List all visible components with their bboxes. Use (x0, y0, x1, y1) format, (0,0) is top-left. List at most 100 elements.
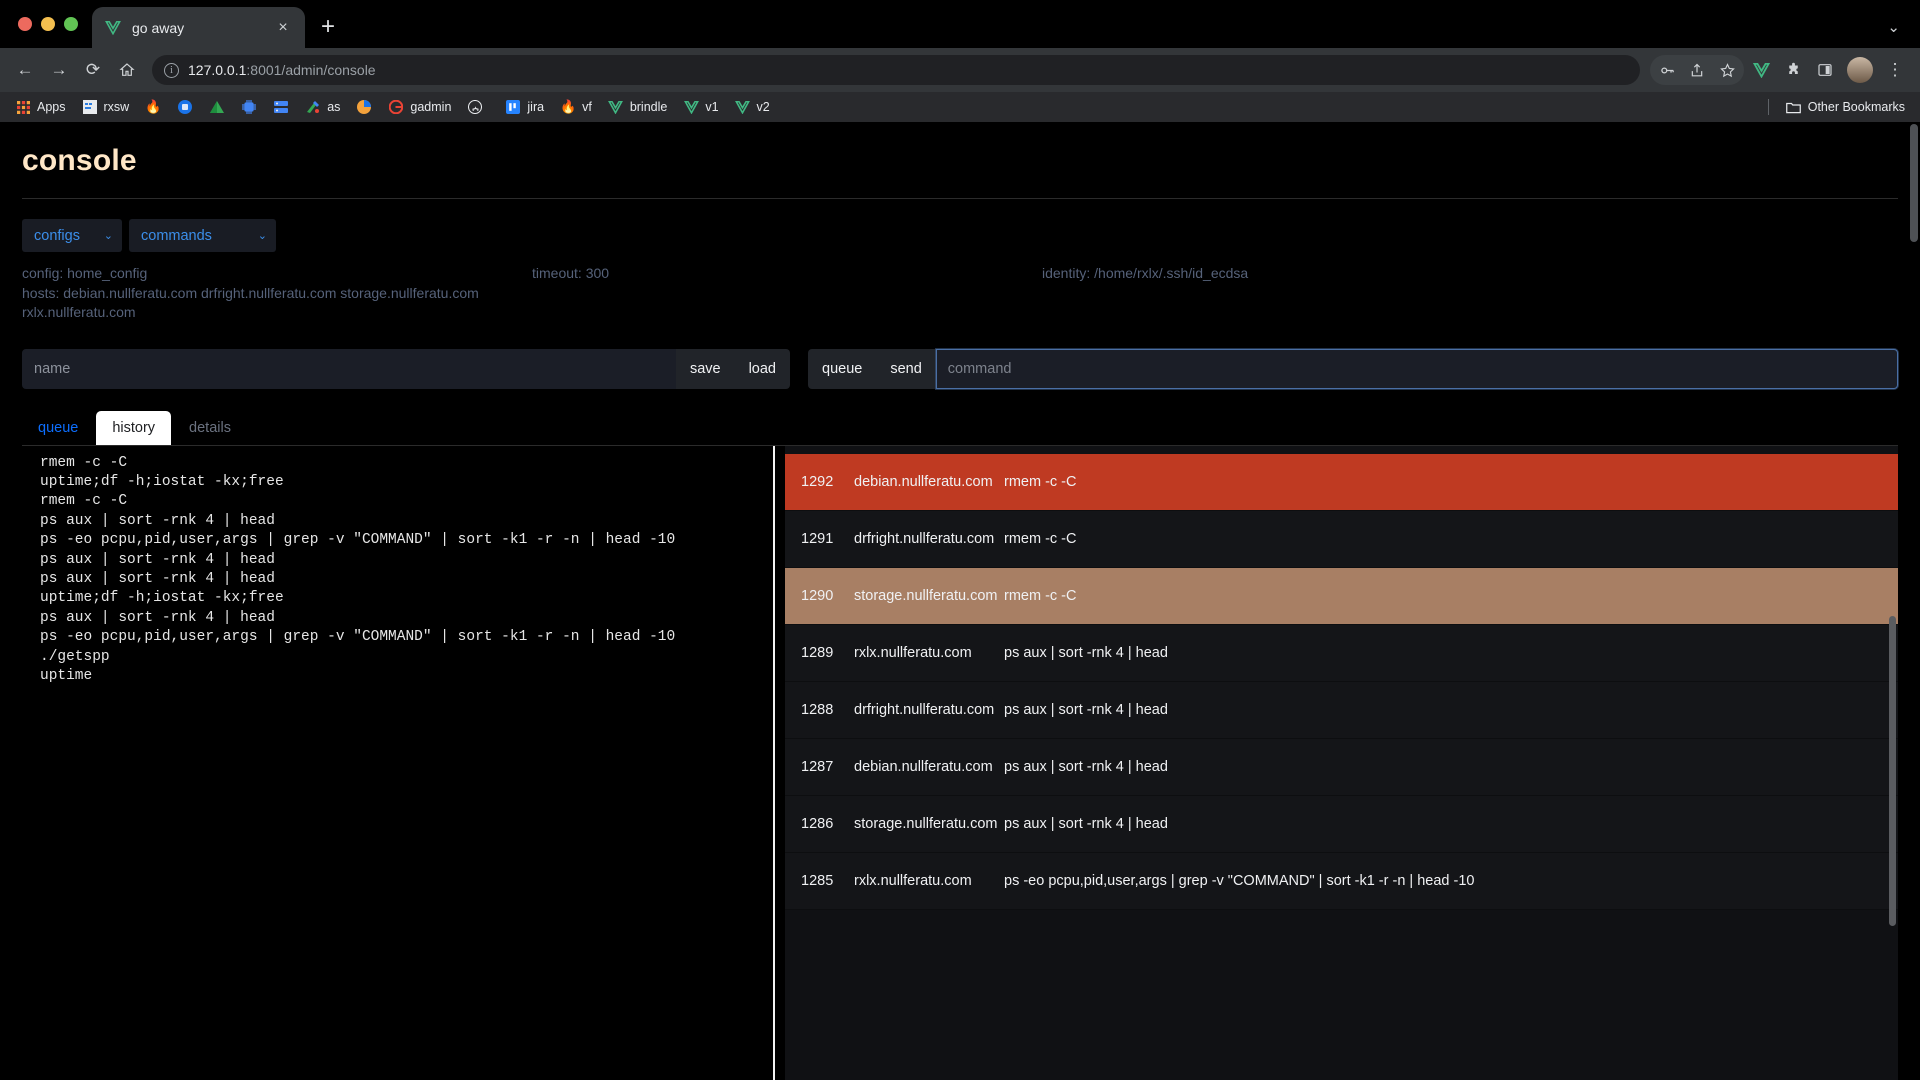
terminal-line: uptime;df -h;iostat -kx;free (40, 590, 284, 607)
close-window-button[interactable] (18, 17, 32, 31)
bookmark-rxsw[interactable]: rxsw (75, 96, 137, 118)
chevron-down-icon[interactable]: ⌄ (1887, 18, 1900, 36)
bookmark-brindle[interactable]: brindle (601, 96, 675, 118)
maximize-window-button[interactable] (64, 17, 78, 31)
history-row-host: rxlx.nullferatu.com (854, 872, 972, 889)
colorful-icon (305, 99, 321, 115)
google-icon (388, 99, 404, 115)
key-icon[interactable] (1652, 55, 1682, 85)
back-icon[interactable]: ← (10, 55, 40, 85)
name-input[interactable] (22, 348, 676, 389)
tab-queue[interactable]: queue (22, 411, 94, 445)
minimize-window-button[interactable] (41, 17, 55, 31)
history-row-command: ps aux | sort -rnk 4 | head (1004, 644, 1168, 661)
vue-icon (608, 99, 624, 115)
configs-select[interactable]: configs ⌄ (22, 219, 122, 252)
queue-button[interactable]: queue (808, 348, 877, 389)
history-row-host: storage.nullferatu.com (854, 815, 998, 832)
history-row-command: rmem -c -C (1004, 587, 1077, 604)
bookmark-fire[interactable]: 🔥 (138, 96, 168, 118)
bookmark-v1[interactable]: v1 (676, 96, 725, 118)
bookmark-gadmin[interactable]: gadmin (381, 96, 458, 118)
fire-icon: 🔥 (145, 99, 162, 114)
vue-icon (683, 99, 699, 115)
identity-value: identity: /home/rxlx/.ssh/id_ecdsa (1042, 265, 1249, 281)
sidepanel-icon[interactable] (1810, 55, 1840, 85)
tab-strip: go away × + ⌄ (0, 0, 1920, 48)
vue-extension-icon[interactable] (1746, 55, 1776, 85)
tab-details[interactable]: details (173, 411, 247, 445)
toolbar-right-actions: ⋮ (1650, 55, 1910, 85)
history-scrollbar[interactable] (1889, 615, 1896, 926)
bookmark-as[interactable]: as (298, 96, 347, 118)
history-panel[interactable]: 1292 debian.nullferatu.com rmem -c -C 1291 d… (785, 445, 1898, 1080)
bookmark-vf[interactable]: 🔥 vf (553, 96, 599, 118)
config-meta: config: home_config hosts: debian.nullfe… (22, 264, 1898, 323)
bookmark-label: brindle (629, 100, 668, 114)
chevron-down-icon: ⌄ (103, 230, 113, 242)
history-row-host: debian.nullferatu.com (854, 473, 993, 490)
history-row[interactable]: 1289 rxlx.nullferatu.com ps aux | sort -rn… (785, 624, 1898, 682)
command-input-wrap (935, 348, 1898, 389)
commands-select[interactable]: commands ⌄ (129, 219, 276, 252)
history-row[interactable]: 1285 rxlx.nullferatu.com ps -eo pcpu,pid,u… (785, 852, 1898, 910)
bookmark-github[interactable] (460, 96, 496, 118)
history-row-command: ps aux | sort -rnk 4 | head (1004, 815, 1168, 832)
new-tab-button[interactable]: + (321, 15, 335, 39)
window-controls (14, 0, 92, 48)
browser-tab[interactable]: go away × (92, 7, 305, 48)
history-row[interactable]: 1290 storage.nullferatu.com rmem -c -C (785, 567, 1898, 625)
avatar[interactable] (1847, 57, 1873, 83)
jira-icon (505, 99, 521, 115)
bookmark-blue-shield[interactable] (170, 96, 200, 118)
history-row-id: 1292 (801, 473, 834, 490)
history-row-host: debian.nullferatu.com (854, 758, 993, 775)
history-row[interactable]: 1288 drfright.nullferatu.com ps aux | sort… (785, 681, 1898, 739)
forward-icon[interactable]: → (44, 55, 74, 85)
history-row[interactable]: 1291 drfright.nullferatu.com rmem -c -C (785, 510, 1898, 568)
reload-icon[interactable]: ⟳ (78, 55, 108, 85)
history-row-id: 1285 (801, 872, 834, 889)
history-row-command: ps -eo pcpu,pid,user,args | grep -v "COM… (1004, 872, 1475, 889)
terminal-line: ps aux | sort -rnk 4 | head (40, 551, 275, 568)
share-icon[interactable] (1682, 55, 1712, 85)
bookmark-jira[interactable]: jira (498, 96, 551, 118)
bookmark-apps[interactable]: Apps (8, 96, 73, 118)
history-row[interactable]: 1286 storage.nullferatu.com ps aux | sort … (785, 795, 1898, 853)
history-row-id: 1288 (801, 701, 834, 718)
history-row-id: 1287 (801, 758, 834, 775)
bookmark-server[interactable] (266, 96, 296, 118)
star-icon[interactable] (1712, 55, 1742, 85)
command-input[interactable] (935, 348, 1898, 389)
bookmark-orange-circle[interactable] (349, 96, 379, 118)
bookmark-v2[interactable]: v2 (728, 96, 777, 118)
address-bar[interactable]: i 127.0.0.1:8001/admin/console (152, 55, 1640, 85)
apps-grid-icon (15, 99, 31, 115)
terminal-line: ps -eo pcpu,pid,user,args | grep -v "COM… (40, 532, 676, 549)
save-load-group: save load (22, 348, 790, 389)
history-list: 1292 debian.nullferatu.com rmem -c -C 1291 d… (785, 446, 1898, 910)
send-button[interactable]: send (876, 348, 936, 389)
history-row-command: rmem -c -C (1004, 473, 1077, 490)
tab-history[interactable]: history (96, 410, 172, 445)
history-row[interactable]: 1287 debian.nullferatu.com ps aux | sort -… (785, 738, 1898, 796)
menu-icon[interactable]: ⋮ (1880, 55, 1910, 85)
page-scrollbar[interactable] (1910, 124, 1918, 242)
history-row[interactable]: 1292 debian.nullferatu.com rmem -c -C (785, 453, 1898, 511)
other-bookmarks-button[interactable]: Other Bookmarks (1779, 96, 1912, 118)
terminal-line: ps aux | sort -rnk 4 | head (40, 512, 275, 529)
save-button[interactable]: save (675, 348, 735, 389)
puzzle-extension-icon[interactable] (1778, 55, 1808, 85)
page-info-icon[interactable]: i (164, 62, 179, 78)
load-button[interactable]: load (734, 348, 790, 389)
history-row-host: drfright.nullferatu.com (854, 530, 995, 547)
url-path: :8001/admin/console (246, 62, 376, 78)
selectors-row: configs ⌄ commands ⌄ (22, 219, 1898, 252)
panel-tabs: queue history details (22, 410, 1898, 445)
page-viewport: console configs ⌄ commands ⌄ config: hom… (0, 122, 1920, 1080)
home-icon[interactable] (112, 55, 142, 85)
history-row-id: 1286 (801, 815, 834, 832)
bookmark-drive[interactable] (202, 96, 232, 118)
close-icon[interactable]: × (273, 19, 293, 36)
bookmark-chip[interactable] (234, 96, 264, 118)
